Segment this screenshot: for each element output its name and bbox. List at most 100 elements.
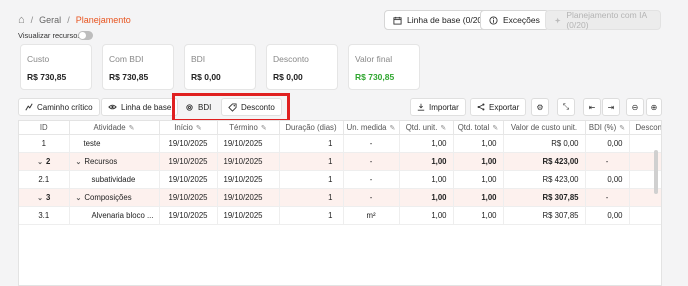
gear-icon bbox=[186, 103, 193, 111]
cell-un-medida[interactable]: - bbox=[343, 134, 400, 153]
zoom-out-icon[interactable]: ⊖ bbox=[626, 98, 644, 116]
chevron-down-icon[interactable]: ⌄ bbox=[76, 195, 82, 202]
cell-id: ⌄ 2 bbox=[19, 152, 70, 171]
cell-qtd-unit[interactable]: 1,00 bbox=[399, 170, 454, 189]
cell-qtd-total[interactable]: 1,00 bbox=[453, 134, 504, 153]
card-label: Com BDI bbox=[109, 54, 144, 64]
bdi-button[interactable]: BDI bbox=[178, 98, 218, 116]
visualizar-recursos-toggle[interactable] bbox=[78, 31, 93, 40]
cell-termino[interactable]: 19/10/2025 bbox=[217, 206, 280, 225]
cell-valor-custo[interactable]: R$ 0,00 bbox=[503, 134, 586, 153]
table-row[interactable]: 2.1 subatividade 19/10/2025 19/10/2025 1… bbox=[19, 170, 661, 189]
cell-duracao[interactable]: 1 bbox=[279, 206, 344, 225]
expand-icon[interactable]: ⤡ bbox=[557, 98, 575, 116]
exceptions-button[interactable]: Exceções bbox=[480, 10, 549, 30]
col-header-qtd-unit[interactable]: Qtd. unit. ✎ bbox=[399, 121, 454, 135]
cell-qtd-total[interactable]: 1,00 bbox=[453, 206, 504, 225]
cell-inicio: 19/10/2025 bbox=[159, 188, 218, 207]
chevron-down-icon[interactable]: ⌄ bbox=[37, 195, 43, 202]
cell-atividade[interactable]: subatividade bbox=[69, 170, 160, 189]
col-header-duracao[interactable]: Duração (dias) bbox=[279, 121, 344, 135]
cell-un-medida[interactable]: - bbox=[343, 170, 400, 189]
baseline-count-button[interactable]: Linha de base (0/20) bbox=[384, 10, 494, 30]
breadcrumb-current: Planejamento bbox=[75, 15, 131, 25]
cell-un-medida[interactable]: m² bbox=[343, 206, 400, 225]
pencil-icon[interactable]: ✎ bbox=[619, 125, 625, 132]
cell-valor-custo: R$ 423,00 bbox=[503, 152, 586, 171]
critical-path-label: Caminho crítico bbox=[37, 102, 93, 112]
breadcrumb-separator: / bbox=[30, 15, 34, 25]
collapse-left-icon[interactable]: ⇤ bbox=[583, 98, 601, 116]
col-header-inicio[interactable]: Início ✎ bbox=[159, 121, 218, 135]
col-header-un-medida[interactable]: Un. medida ✎ bbox=[343, 121, 400, 135]
cell-qtd-total: 1,00 bbox=[453, 152, 504, 171]
home-icon[interactable]: ⌂ bbox=[18, 14, 25, 26]
pencil-icon[interactable]: ✎ bbox=[390, 125, 396, 132]
discount-button[interactable]: Desconto bbox=[221, 98, 282, 116]
cell-inicio[interactable]: 19/10/2025 bbox=[159, 134, 218, 153]
import-label: Importar bbox=[429, 102, 459, 112]
cell-qtd-unit: 1,00 bbox=[399, 152, 454, 171]
col-header-qtd-total[interactable]: Qtd. total ✎ bbox=[453, 121, 504, 135]
chevron-down-icon[interactable]: ⌄ bbox=[37, 159, 43, 166]
cell-valor-custo[interactable]: R$ 307,85 bbox=[503, 206, 586, 225]
cell-atividade[interactable]: ⌄ Recursos bbox=[69, 152, 160, 171]
col-header-id[interactable]: ID bbox=[19, 121, 70, 135]
cell-duracao: 1 bbox=[279, 152, 344, 171]
baseline-count-label: Linha de base (0/20) bbox=[407, 15, 485, 25]
table-row-group[interactable]: ⌄ 2 ⌄ Recursos 19/10/2025 19/10/2025 1 - 1… bbox=[19, 152, 661, 171]
table-scrollbar[interactable] bbox=[654, 150, 658, 194]
cell-bdi[interactable]: 0,00 bbox=[585, 134, 630, 153]
col-header-termino[interactable]: Término ✎ bbox=[217, 121, 280, 135]
col-header-bdi[interactable]: BDI (%) ✎ bbox=[585, 121, 630, 135]
col-header-desconto[interactable]: Desconto bbox=[629, 121, 661, 135]
cell-duracao: 1 bbox=[279, 188, 344, 207]
visualizar-recursos-label: Visualizar recursos bbox=[18, 31, 82, 40]
col-header-valor-custo[interactable]: Valor de custo unit. bbox=[503, 121, 586, 135]
breadcrumb-geral[interactable]: Geral bbox=[39, 15, 61, 25]
pencil-icon[interactable]: ✎ bbox=[492, 125, 498, 132]
pencil-icon[interactable]: ✎ bbox=[261, 125, 267, 132]
export-button[interactable]: Exportar bbox=[470, 98, 527, 116]
table-row-group[interactable]: ⌄ 3 ⌄ Composições 19/10/2025 19/10/2025 1 … bbox=[19, 188, 661, 207]
cell-qtd-unit[interactable]: 1,00 bbox=[399, 206, 454, 225]
cell-termino: 19/10/2025 bbox=[217, 188, 280, 207]
cell-inicio[interactable]: 19/10/2025 bbox=[159, 170, 218, 189]
cell-bdi[interactable]: 0,00 bbox=[585, 206, 630, 225]
breadcrumb: ⌂ / Geral / Planejamento bbox=[18, 13, 131, 27]
table-row[interactable]: 1 teste 19/10/2025 19/10/2025 1 - 1,00 1… bbox=[19, 134, 661, 153]
breadcrumb-separator: / bbox=[67, 15, 70, 25]
exceptions-label: Exceções bbox=[503, 15, 540, 25]
ai-planning-button[interactable]: Planejamento com IA (0/20) bbox=[545, 10, 661, 30]
cell-atividade[interactable]: ⌄ Composições bbox=[69, 188, 160, 207]
card-bdi: BDI R$ 0,00 bbox=[184, 44, 256, 90]
cell-desconto[interactable]: 0,0 bbox=[629, 206, 661, 225]
cell-valor-custo[interactable]: R$ 423,00 bbox=[503, 170, 586, 189]
cell-duracao[interactable]: 1 bbox=[279, 134, 344, 153]
pencil-icon[interactable]: ✎ bbox=[196, 125, 202, 132]
cell-qtd-total[interactable]: 1,00 bbox=[453, 170, 504, 189]
cell-termino: 19/10/2025 bbox=[217, 152, 280, 171]
cell-qtd-unit[interactable]: 1,00 bbox=[399, 134, 454, 153]
table-row[interactable]: 3.1 Alvenaria bloco ... 19/10/2025 19/10… bbox=[19, 206, 661, 225]
cell-termino[interactable]: 19/10/2025 bbox=[217, 170, 280, 189]
cell-atividade[interactable]: Alvenaria bloco ... bbox=[69, 206, 160, 225]
cell-termino[interactable]: 19/10/2025 bbox=[217, 134, 280, 153]
settings-icon[interactable]: ⚙ bbox=[531, 98, 549, 116]
pencil-icon[interactable]: ✎ bbox=[129, 125, 135, 132]
col-header-atividade[interactable]: Atividade ✎ bbox=[69, 121, 160, 135]
pencil-icon[interactable]: ✎ bbox=[440, 125, 446, 132]
card-custo: Custo R$ 730,85 bbox=[20, 44, 92, 90]
card-desconto: Desconto R$ 0,00 bbox=[266, 44, 338, 90]
cell-bdi[interactable]: 0,00 bbox=[585, 170, 630, 189]
critical-path-button[interactable]: Caminho crítico bbox=[18, 98, 100, 116]
chevron-down-icon[interactable]: ⌄ bbox=[76, 159, 82, 166]
collapse-right-icon[interactable]: ⇥ bbox=[602, 98, 620, 116]
cell-atividade[interactable]: teste bbox=[69, 134, 160, 153]
baseline-button[interactable]: Linha de base bbox=[101, 98, 179, 116]
card-valor-final: Valor final R$ 730,85 bbox=[348, 44, 420, 90]
import-button[interactable]: Importar bbox=[410, 98, 466, 116]
cell-duracao[interactable]: 1 bbox=[279, 170, 344, 189]
zoom-in-icon[interactable]: ⊕ bbox=[646, 98, 662, 116]
cell-inicio[interactable]: 19/10/2025 bbox=[159, 206, 218, 225]
